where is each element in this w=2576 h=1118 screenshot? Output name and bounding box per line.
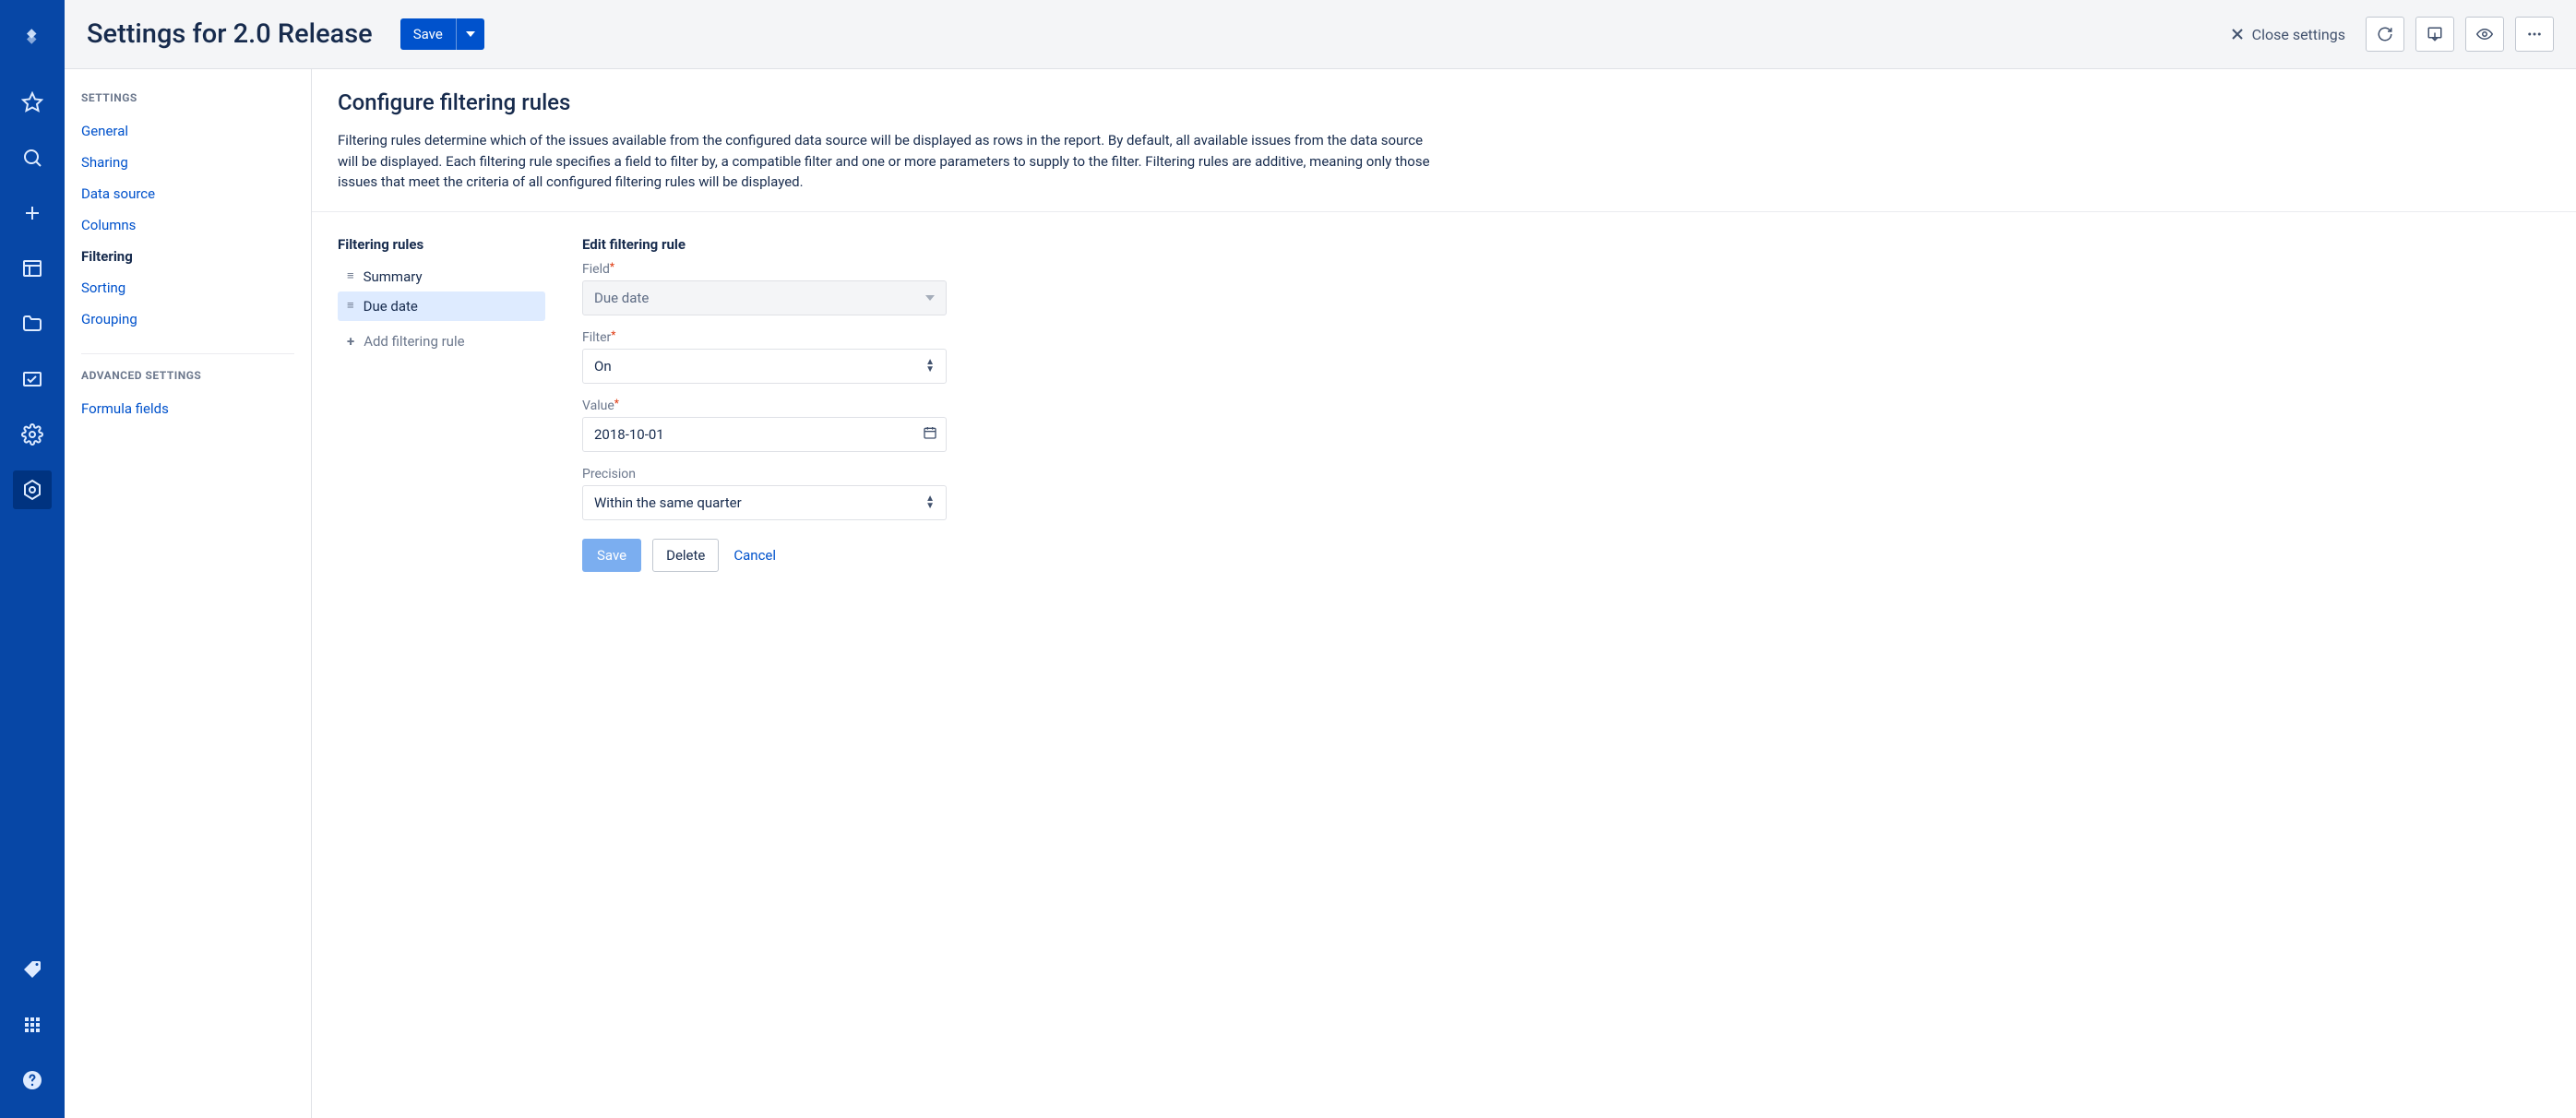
settings-hex-icon[interactable] — [13, 470, 52, 509]
panel-description: Filtering rules determine which of the i… — [338, 130, 1445, 193]
panel-divider — [312, 211, 2576, 212]
sidebar-item-formula-fields[interactable]: Formula fields — [81, 393, 294, 424]
main-panel: Configure filtering rules Filtering rule… — [312, 69, 2576, 1118]
help-icon[interactable] — [13, 1061, 52, 1100]
form-delete-button[interactable]: Delete — [652, 539, 719, 572]
edit-heading: Edit filtering rule — [582, 236, 947, 253]
tag-icon[interactable] — [13, 950, 52, 989]
page-header: Settings for 2.0 Release Save Close sett… — [65, 0, 2576, 69]
sidebar-item-general[interactable]: General — [81, 115, 294, 147]
add-rule-label: Add filtering rule — [364, 333, 464, 350]
chevron-down-icon — [925, 295, 935, 301]
plus-icon: + — [347, 333, 354, 350]
sidebar-item-grouping[interactable]: Grouping — [81, 303, 294, 335]
sidebar-item-sorting[interactable]: Sorting — [81, 272, 294, 303]
rule-item-label: Summary — [364, 268, 423, 285]
page-title: Settings for 2.0 Release — [87, 18, 373, 50]
field-select[interactable]: Due date — [582, 280, 947, 315]
global-nav — [0, 0, 65, 1118]
sidebar-item-columns[interactable]: Columns — [81, 209, 294, 241]
preview-button[interactable] — [2465, 17, 2504, 52]
rule-item[interactable]: ≡ Due date — [338, 291, 545, 321]
filter-label: Filter* — [582, 330, 947, 345]
close-settings-button[interactable]: Close settings — [2221, 20, 2355, 49]
more-button[interactable] — [2515, 17, 2554, 52]
sidebar-item-data-source[interactable]: Data source — [81, 178, 294, 209]
jira-logo-icon[interactable] — [13, 18, 52, 57]
apps-grid-icon[interactable] — [13, 1005, 52, 1044]
panel-heading: Configure filtering rules — [338, 89, 2550, 115]
calendar-icon[interactable] — [923, 425, 937, 444]
sidebar-divider — [81, 353, 294, 354]
settings-section-label: SETTINGS — [81, 91, 294, 104]
rule-item-label: Due date — [364, 298, 418, 315]
precision-select[interactable]: Within the same quarter ▲▼ — [582, 485, 947, 520]
form-save-button[interactable]: Save — [582, 539, 641, 572]
advanced-section-label: ADVANCED SETTINGS — [81, 369, 294, 382]
export-button[interactable] — [2415, 17, 2454, 52]
field-label: Field* — [582, 262, 947, 277]
refresh-button[interactable] — [2366, 17, 2404, 52]
filter-select[interactable]: On ▲▼ — [582, 349, 947, 384]
select-arrows-icon: ▲▼ — [925, 495, 935, 510]
plus-icon[interactable] — [13, 194, 52, 232]
select-arrows-icon: ▲▼ — [925, 359, 935, 374]
filter-select-value: On — [594, 358, 612, 375]
add-rule-button[interactable]: + Add filtering rule — [338, 327, 545, 356]
rule-item[interactable]: ≡ Summary — [338, 262, 545, 291]
sidebar-item-filtering[interactable]: Filtering — [81, 241, 294, 272]
gear-icon[interactable] — [13, 415, 52, 454]
drag-handle-icon[interactable]: ≡ — [347, 300, 354, 312]
save-dropdown-button[interactable] — [456, 18, 484, 50]
save-button[interactable]: Save — [400, 18, 456, 50]
precision-select-value: Within the same quarter — [594, 494, 742, 511]
folder-icon[interactable] — [13, 304, 52, 343]
value-label: Value* — [582, 398, 947, 413]
field-select-value: Due date — [594, 290, 649, 306]
star-icon[interactable] — [13, 83, 52, 122]
rules-heading: Filtering rules — [338, 236, 545, 253]
close-settings-label: Close settings — [2252, 26, 2345, 43]
sidebar-item-sharing[interactable]: Sharing — [81, 147, 294, 178]
value-input[interactable] — [582, 417, 947, 452]
settings-sidebar: SETTINGS GeneralSharingData sourceColumn… — [65, 69, 312, 1118]
form-cancel-button[interactable]: Cancel — [730, 540, 780, 571]
checklist-icon[interactable] — [13, 360, 52, 398]
search-icon[interactable] — [13, 138, 52, 177]
precision-label: Precision — [582, 467, 947, 482]
layout-icon[interactable] — [13, 249, 52, 288]
drag-handle-icon[interactable]: ≡ — [347, 270, 354, 282]
